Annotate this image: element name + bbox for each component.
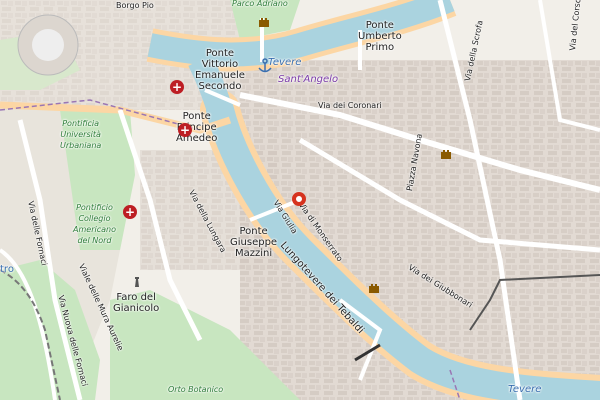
label-tevere-bottom: Tevere bbox=[508, 384, 542, 395]
label-ponte-umberto-primo: Ponte Umberto Primo bbox=[358, 20, 402, 53]
label-orto-botanico: Orto Botanico bbox=[168, 385, 224, 394]
label-tro: tro bbox=[0, 264, 14, 275]
label-pontificia-urbaniana: Pontificia Università Urbaniana bbox=[60, 119, 102, 150]
label-sant-angelo: Sant'Angelo bbox=[278, 74, 339, 85]
label-ponte-mazzini: Ponte Giuseppe Mazzini bbox=[230, 226, 278, 259]
hospital-icon[interactable]: + bbox=[123, 205, 137, 219]
label-pontificio-collegio: Pontificio Collegio Americano del Nord bbox=[73, 203, 116, 245]
label-faro-gianicolo: Faro del Gianicolo bbox=[113, 292, 160, 314]
lighthouse-icon[interactable] bbox=[131, 276, 143, 288]
label-borgo-pio: Borgo Pio bbox=[116, 1, 154, 10]
map-canvas[interactable]: Borgo Pio Parco Adriano Ponte Umberto Pr… bbox=[0, 0, 600, 400]
label-via-coronari: Via dei Coronari bbox=[318, 101, 382, 110]
castle-icon[interactable] bbox=[368, 282, 380, 294]
label-ponte-vittorio: Ponte Vittorio Emanuele Secondo bbox=[195, 48, 245, 92]
label-parco-adriano: Parco Adriano bbox=[232, 0, 288, 8]
label-tevere-top: Tevere bbox=[268, 57, 302, 68]
location-marker-icon[interactable] bbox=[292, 192, 306, 206]
castle-icon[interactable] bbox=[440, 148, 452, 160]
castle-icon[interactable] bbox=[258, 16, 270, 28]
hospital-icon[interactable]: + bbox=[178, 123, 192, 137]
hospital-icon[interactable]: + bbox=[170, 80, 184, 94]
